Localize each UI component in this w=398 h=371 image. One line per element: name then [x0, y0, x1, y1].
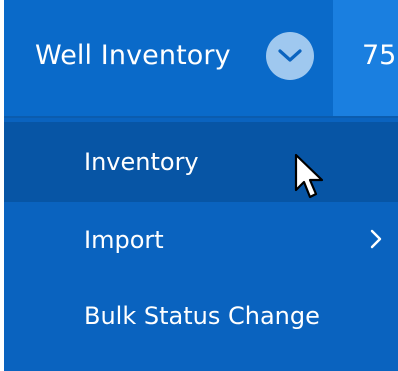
menu-item-label: Bulk Status Change: [84, 302, 320, 330]
menu-item-import[interactable]: Import: [4, 200, 398, 280]
menu-item-label: Import: [84, 226, 164, 254]
chevron-right-icon: [370, 229, 382, 249]
next-nav-tab-label[interactable]: 75: [362, 36, 396, 76]
module-title[interactable]: Well Inventory: [35, 36, 231, 76]
chevron-down-icon[interactable]: [266, 32, 314, 80]
app-frame: Well Inventory 75 Inventory Import Bulk …: [0, 0, 398, 371]
menu-item-bulk-status-change[interactable]: Bulk Status Change: [4, 276, 398, 356]
dropdown-menu: Inventory Import Bulk Status Change: [4, 118, 398, 371]
menu-item-label: Inventory: [84, 148, 199, 176]
mouse-pointer-icon: [294, 153, 324, 199]
menu-item-inventory[interactable]: Inventory: [4, 122, 398, 202]
